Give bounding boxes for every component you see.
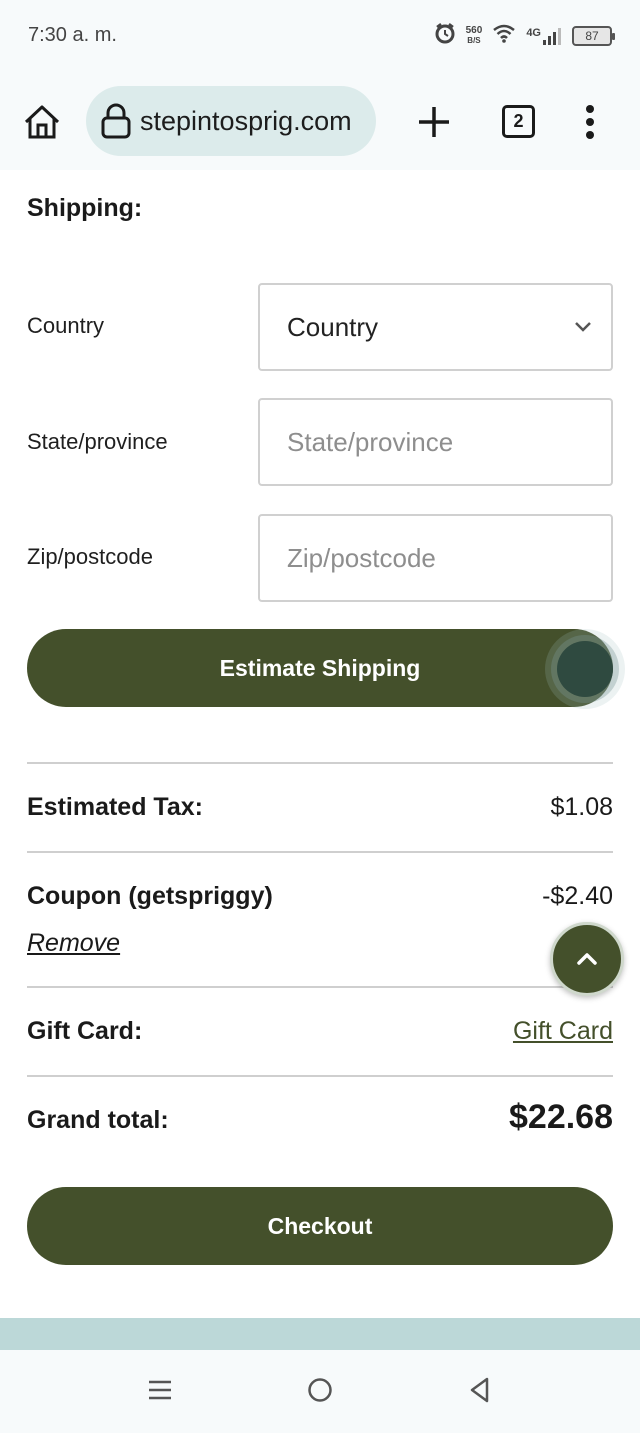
url-text: stepintosprig.com [140, 105, 352, 136]
net-speed-value: 560 [465, 24, 483, 36]
circle-home-icon[interactable] [306, 1376, 336, 1406]
divider [27, 851, 613, 853]
estimate-shipping-button[interactable]: Estimate Shipping [27, 629, 613, 707]
gift-card-link[interactable]: Gift Card [513, 1017, 613, 1046]
estimated-tax-label: Estimated Tax: [27, 793, 203, 821]
country-select[interactable]: Country [258, 283, 613, 371]
divider [27, 1075, 613, 1077]
state-label: State/province [27, 429, 168, 454]
footer-band [0, 1318, 640, 1350]
grand-total-value: $22.68 [509, 1098, 613, 1136]
alarm-icon [434, 22, 456, 49]
country-select-value: Country [287, 312, 379, 342]
lock-icon [100, 103, 132, 139]
zip-input[interactable] [260, 516, 611, 600]
gift-card-label: Gift Card: [27, 1017, 143, 1045]
signal-type: 4G [526, 26, 541, 39]
coupon-label: Coupon (getspriggy) [27, 882, 273, 910]
address-bar[interactable]: stepintosprig.com [86, 86, 376, 156]
new-tab-plus-icon[interactable] [414, 102, 454, 142]
chevron-up-icon [577, 953, 597, 965]
zip-label: Zip/postcode [27, 544, 153, 569]
remove-coupon-link[interactable]: Remove [27, 929, 120, 958]
status-time: 7:30 a. m. [28, 24, 117, 46]
touch-ripple [557, 641, 613, 697]
status-bar: 7:30 a. m. 560 B/S 4G 87 [0, 0, 640, 72]
state-field [258, 398, 613, 486]
home-icon[interactable] [22, 102, 62, 142]
battery-icon: 87 [572, 25, 615, 46]
zip-field [258, 514, 613, 602]
chevron-down-icon [573, 317, 593, 337]
back-triangle-icon[interactable] [466, 1376, 496, 1406]
more-vert-icon[interactable] [580, 104, 600, 140]
estimate-shipping-label: Estimate Shipping [219, 655, 421, 681]
back-to-top-button[interactable] [550, 922, 624, 996]
divider [27, 986, 613, 988]
divider [27, 762, 613, 764]
country-label: Country [27, 313, 105, 338]
estimated-tax-value: $1.08 [550, 793, 613, 821]
system-nav-bar [0, 1350, 640, 1433]
network-speed: 560 B/S [465, 24, 483, 46]
shipping-title: Shipping: [27, 194, 143, 222]
menu-icon[interactable] [146, 1376, 176, 1406]
wifi-icon [492, 23, 516, 48]
checkout-button[interactable]: Checkout [27, 1187, 613, 1265]
state-input[interactable] [260, 400, 611, 484]
tabs-icon[interactable]: 2 [502, 105, 535, 138]
status-icons: 560 B/S 4G 87 [434, 22, 615, 49]
coupon-value: -$2.40 [542, 882, 613, 910]
grand-total-label: Grand total: [27, 1106, 169, 1134]
signal-icon: 4G [526, 27, 562, 45]
browser-toolbar: stepintosprig.com 2 [0, 72, 640, 170]
net-speed-unit: B/S [467, 35, 481, 45]
